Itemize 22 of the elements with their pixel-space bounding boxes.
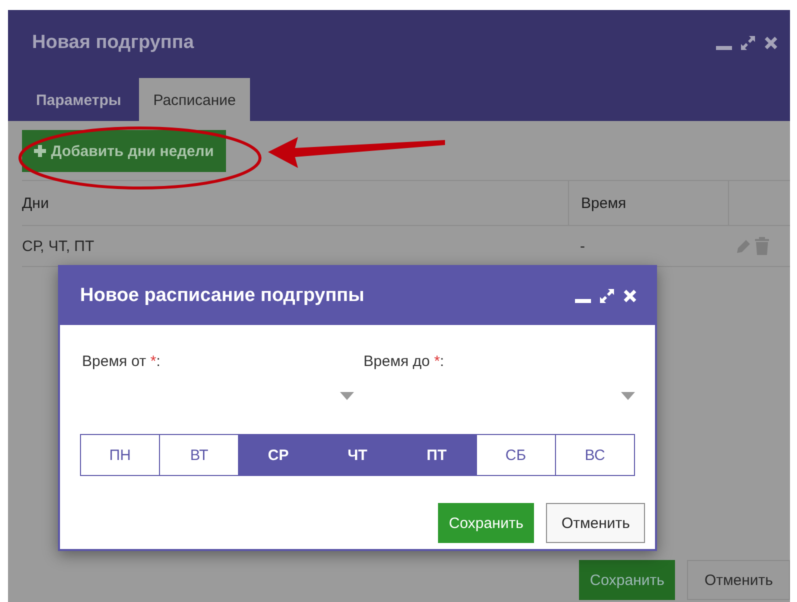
add-weekdays-button[interactable]: Добавить дни недели	[22, 130, 226, 172]
column-header: Время	[568, 180, 728, 226]
close-icon[interactable]	[764, 36, 778, 50]
field-label: Время до *:	[364, 353, 446, 370]
weekday-toggle[interactable]: ЧТ	[317, 435, 397, 475]
cancel-button[interactable]: Отменить	[546, 503, 645, 543]
cancel-button[interactable]: Отменить	[687, 560, 790, 600]
weekday-toggle[interactable]: СР	[238, 435, 318, 475]
column-header: Дни	[22, 180, 568, 226]
dropdown-caret-icon[interactable]	[340, 392, 354, 400]
maximize-icon[interactable]	[740, 34, 756, 50]
maximize-icon[interactable]	[599, 288, 615, 304]
weekday-toggle[interactable]: ПТ	[396, 435, 476, 475]
dropdown-caret-icon[interactable]	[621, 392, 635, 400]
plus-icon	[34, 145, 46, 157]
dialog-title: Новое расписание подгруппы	[80, 285, 364, 307]
column-header	[728, 180, 790, 226]
window-title: Новая подгруппа	[32, 32, 194, 54]
save-button[interactable]: Сохранить	[438, 503, 534, 543]
tab[interactable]: Параметры	[22, 78, 136, 121]
field-label: Время от *:	[82, 353, 162, 370]
tab[interactable]: Расписание	[139, 78, 250, 121]
